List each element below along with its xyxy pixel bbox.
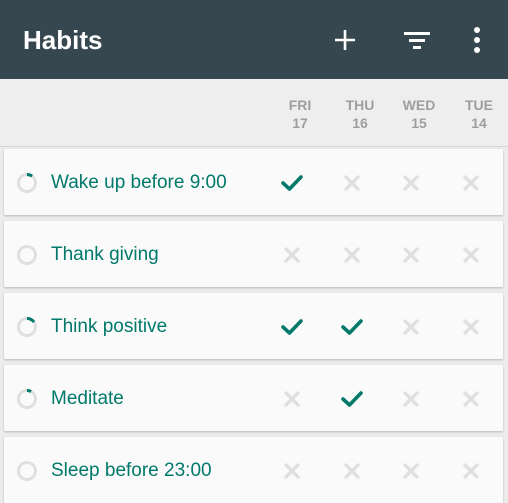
check-icon [341, 319, 363, 335]
day-header-dow: FRI [288, 97, 312, 113]
cross-icon [344, 175, 360, 191]
check-toggle[interactable] [279, 171, 305, 195]
cross-toggle[interactable] [458, 387, 484, 411]
cross-toggle[interactable] [339, 243, 365, 267]
day-header-num: 17 [292, 115, 308, 131]
cross-icon [403, 247, 419, 263]
day-header-wed: WED 15 [391, 96, 447, 132]
day-header-num: 15 [411, 115, 427, 131]
cross-toggle[interactable] [398, 459, 424, 483]
day-header-row: FRI 17 THU 16 WED 15 TUE 14 [0, 79, 508, 147]
app-title: Habits [23, 25, 103, 55]
cross-toggle[interactable] [279, 387, 305, 411]
cross-icon [284, 391, 300, 407]
day-header-dow: TUE [465, 97, 493, 113]
cross-toggle[interactable] [339, 459, 365, 483]
cross-toggle[interactable] [339, 171, 365, 195]
check-icon [341, 391, 363, 407]
day-header-fri: FRI 17 [272, 96, 328, 132]
cross-toggle[interactable] [398, 171, 424, 195]
day-header-dow: WED [402, 97, 436, 113]
habit-score-ring-icon [17, 173, 37, 193]
app-bar: Habits [0, 0, 508, 79]
habit-row[interactable]: Thank giving [4, 221, 503, 287]
habit-row[interactable]: Think positive [4, 293, 503, 359]
cross-toggle[interactable] [458, 459, 484, 483]
cross-toggle[interactable] [398, 243, 424, 267]
cross-icon [403, 391, 419, 407]
check-icon [281, 319, 303, 335]
filter-button[interactable] [401, 24, 433, 56]
habit-name: Wake up before 9:00 [51, 172, 227, 193]
filter-icon [404, 32, 430, 49]
habit-name: Think positive [51, 316, 168, 337]
cross-icon [463, 463, 479, 479]
day-header-dow: THU [345, 97, 375, 113]
more-vert-icon [474, 27, 480, 53]
cross-icon [344, 463, 360, 479]
habit-score-ring-icon [17, 317, 37, 337]
cross-icon [403, 463, 419, 479]
cross-toggle[interactable] [279, 243, 305, 267]
habit-name: Meditate [51, 388, 124, 409]
habit-row[interactable]: Meditate [4, 365, 503, 431]
check-icon [281, 175, 303, 191]
habit-row[interactable]: Wake up before 9:00 [4, 149, 503, 215]
habit-score-ring-icon [17, 389, 37, 409]
cross-icon [463, 175, 479, 191]
cross-toggle[interactable] [458, 315, 484, 339]
habit-score-ring-icon [17, 461, 37, 481]
day-header-num: 16 [352, 115, 368, 131]
add-icon [335, 30, 355, 50]
cross-icon [284, 463, 300, 479]
cross-toggle[interactable] [398, 387, 424, 411]
habit-name: Sleep before 23:00 [51, 460, 212, 481]
cross-icon [403, 175, 419, 191]
day-header-tue: TUE 14 [451, 96, 507, 132]
habit-name: Thank giving [51, 244, 159, 265]
check-toggle[interactable] [339, 387, 365, 411]
cross-icon [284, 247, 300, 263]
cross-icon [463, 319, 479, 335]
cross-toggle[interactable] [458, 171, 484, 195]
cross-toggle[interactable] [279, 459, 305, 483]
check-toggle[interactable] [279, 315, 305, 339]
day-header-num: 14 [471, 115, 487, 131]
cross-toggle[interactable] [458, 243, 484, 267]
cross-icon [463, 247, 479, 263]
more-options-button[interactable] [461, 24, 493, 56]
cross-icon [403, 319, 419, 335]
check-toggle[interactable] [339, 315, 365, 339]
habit-score-ring-icon [17, 245, 37, 265]
day-header-thu: THU 16 [332, 96, 388, 132]
cross-icon [344, 247, 360, 263]
cross-toggle[interactable] [398, 315, 424, 339]
cross-icon [463, 391, 479, 407]
add-habit-button[interactable] [329, 24, 361, 56]
habit-row[interactable]: Sleep before 23:00 [4, 437, 503, 503]
